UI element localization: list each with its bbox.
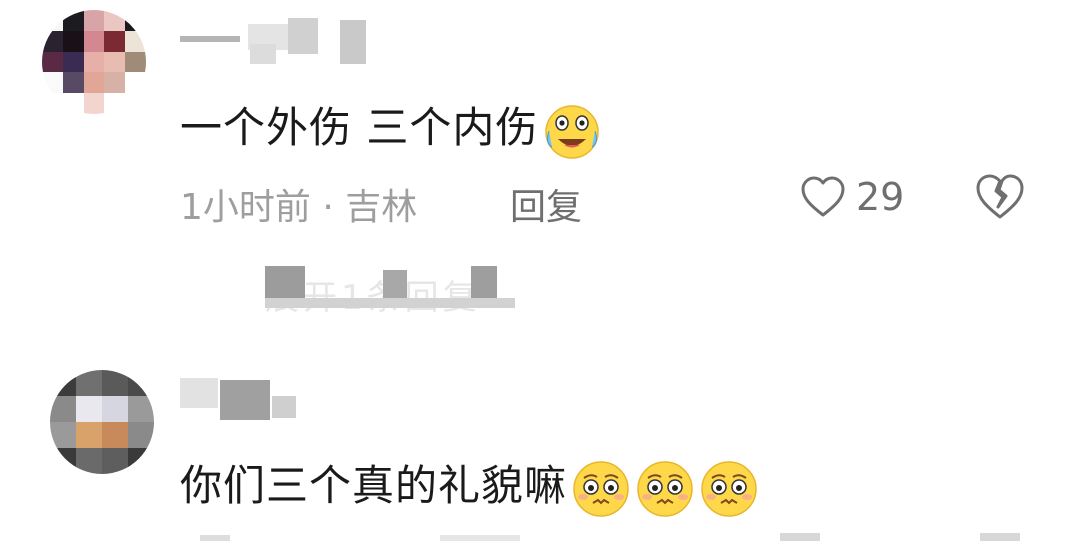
pleading-face-emoji-icon bbox=[637, 460, 693, 517]
like-button[interactable]: 29 bbox=[800, 172, 904, 222]
comment-item: 一个外伤 三个内伤 1小时前 · 吉林 回复 29 展开1条回复 bbox=[0, 0, 1080, 330]
comment-item: 你们三个真的礼貌嘛 bbox=[0, 360, 1080, 541]
comment-text: 一个外伤 三个内伤 bbox=[180, 94, 602, 161]
username-blurred[interactable] bbox=[180, 378, 310, 424]
pleading-face-emoji-icon bbox=[701, 460, 757, 517]
comment-text-content: 你们三个真的礼貌嘛 bbox=[180, 461, 568, 510]
like-count: 29 bbox=[856, 175, 905, 219]
next-row-cutoff bbox=[0, 533, 1080, 541]
username-blurred[interactable] bbox=[180, 18, 370, 64]
comment-text: 你们三个真的礼貌嘛 bbox=[180, 452, 759, 519]
expand-replies-button[interactable]: 展开1条回复 bbox=[265, 266, 565, 318]
pleading-face-emoji-icon bbox=[573, 460, 629, 517]
comment-text-content: 一个外伤 三个内伤 bbox=[180, 103, 539, 152]
comment-meta: 1小时前 · 吉林 bbox=[180, 187, 418, 228]
avatar[interactable] bbox=[42, 10, 146, 114]
reply-button[interactable]: 回复 bbox=[510, 178, 582, 230]
avatar[interactable] bbox=[50, 370, 154, 474]
broken-heart-icon[interactable] bbox=[974, 172, 1026, 222]
heart-outline-icon bbox=[801, 176, 845, 217]
crying-laughing-emoji-icon bbox=[545, 104, 600, 159]
